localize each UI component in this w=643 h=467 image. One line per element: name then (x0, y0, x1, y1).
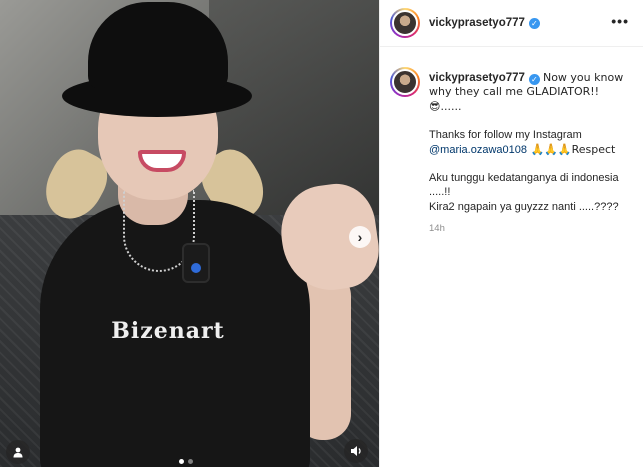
clip-microphone (182, 243, 210, 283)
post-media[interactable]: Bizenart › (0, 0, 379, 467)
caption-line-2-prefix: Thanks for follow my Instagram (429, 129, 582, 142)
bucket-hat-crown (88, 2, 228, 90)
user-tag-icon (13, 447, 23, 458)
avatar[interactable] (390, 8, 420, 38)
caption-username-link[interactable]: vickyprasetyo777 (429, 72, 525, 84)
speaker-icon (350, 446, 361, 456)
tagged-users-button[interactable] (6, 440, 30, 464)
mention-link[interactable]: @maria.ozawa0108 (429, 144, 527, 156)
post-header: vickyprasetyo777 ✓ ••• (380, 0, 643, 47)
post-timestamp[interactable]: 14h (429, 222, 633, 236)
carousel-dot (188, 459, 193, 464)
verified-badge-icon: ✓ (528, 17, 540, 29)
caption-line-2-suffix: 🙏🙏🙏Respect (527, 142, 616, 156)
username-link[interactable]: vickyprasetyo777 (429, 17, 525, 29)
audio-toggle-button[interactable] (344, 439, 368, 463)
verified-badge-icon: ✓ (528, 74, 540, 85)
avatar-image (392, 10, 418, 36)
caption-line-4: Kira2 ngapain ya guyzzz nanti .....???? (429, 200, 619, 213)
chevron-right-icon: › (357, 229, 363, 245)
post-sidebar: vickyprasetyo777 ✓ ••• vickyprasetyo777 ✓… (379, 0, 643, 467)
caption-line-3: Aku tunggu kedatanganya di indonesia ...… (429, 172, 619, 199)
more-options-button[interactable]: ••• (611, 14, 629, 28)
avatar-image (392, 69, 418, 95)
shirt-print-text: Bizenart (111, 318, 225, 344)
caption-avatar[interactable] (390, 67, 420, 97)
carousel-indicator (179, 459, 193, 464)
post-caption: vickyprasetyo777 ✓ Now you know why they … (380, 47, 643, 237)
caption-body: vickyprasetyo777 ✓ Now you know why they … (429, 71, 633, 237)
carousel-next-button[interactable]: › (349, 226, 371, 248)
carousel-dot-active (179, 459, 184, 464)
